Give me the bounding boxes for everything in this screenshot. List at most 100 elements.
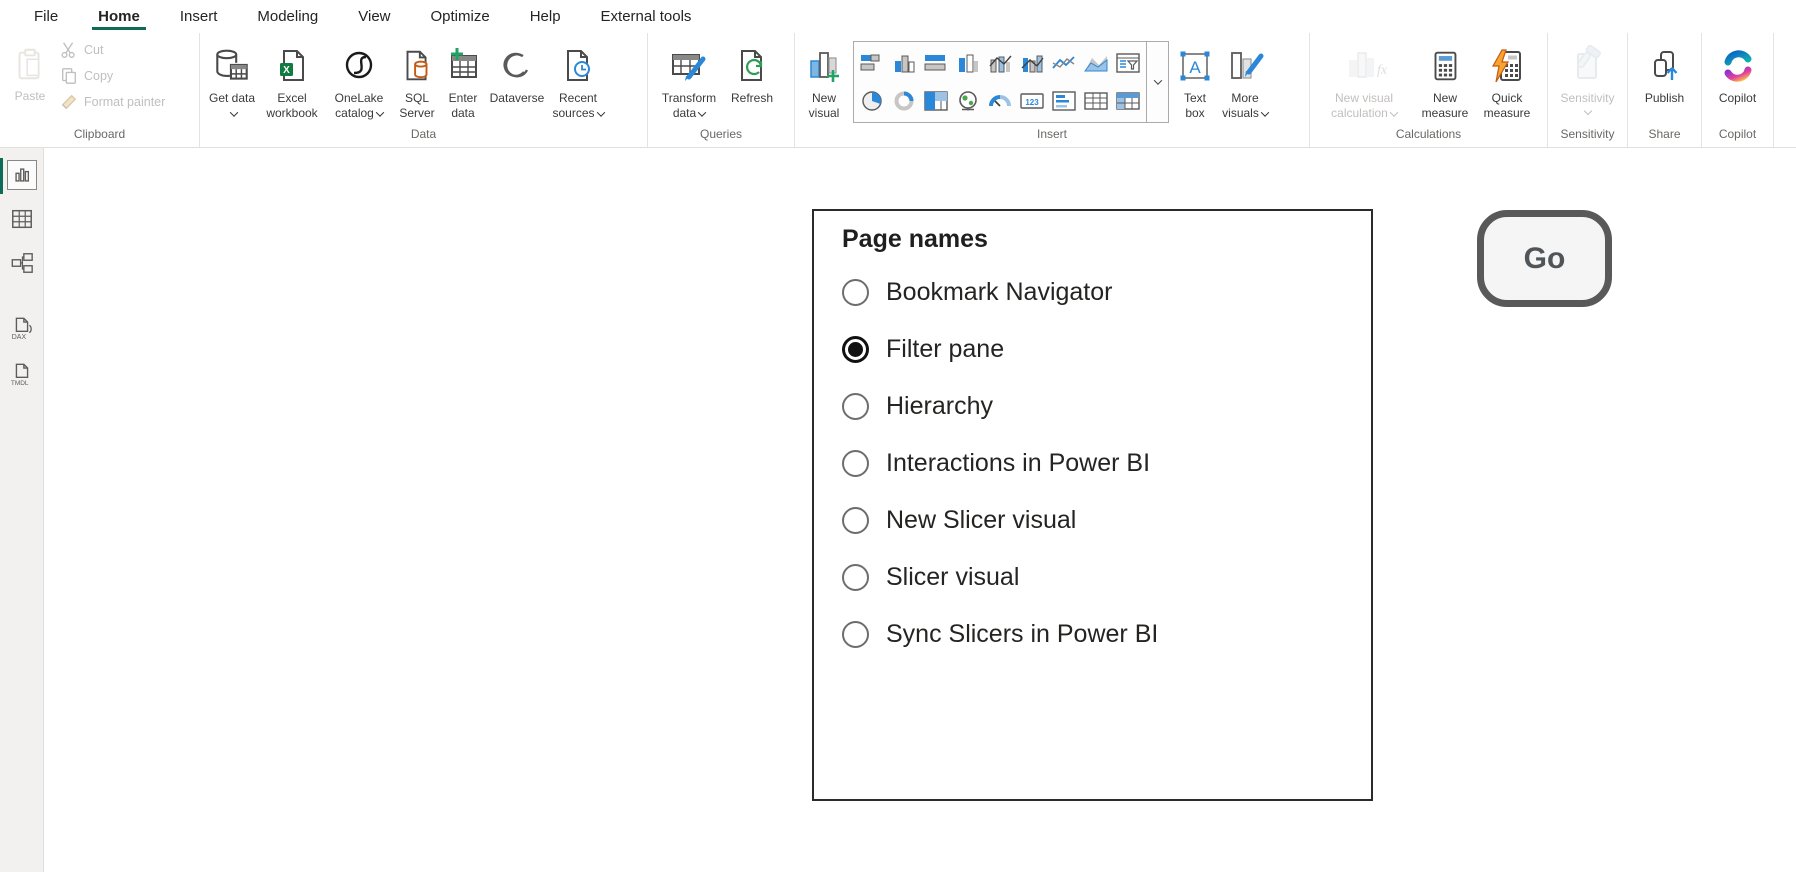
quick-measure-button[interactable]: Quick measure (1476, 39, 1538, 123)
copilot-icon (1718, 41, 1758, 91)
dataverse-icon (497, 41, 537, 91)
model-view-icon (10, 251, 34, 275)
sidebar-item-table-view[interactable] (7, 204, 37, 234)
publish-icon (1645, 41, 1685, 91)
menu-modeling[interactable]: Modeling (237, 0, 338, 33)
new-visual-calculation-icon: fx (1341, 41, 1387, 91)
gallery-multi-row-card[interactable] (1048, 82, 1080, 120)
svg-text:A: A (1189, 58, 1201, 77)
gallery-card[interactable]: 123 (1016, 82, 1048, 120)
radio-button[interactable] (842, 279, 869, 306)
gallery-map[interactable] (952, 82, 984, 120)
report-canvas: Page names Bookmark Navigator Filter pan… (44, 148, 1796, 872)
gallery-table[interactable] (1080, 82, 1112, 120)
page-names-slicer: Page names Bookmark Navigator Filter pan… (812, 209, 1373, 801)
new-measure-button[interactable]: New measure (1414, 39, 1476, 123)
tmdl-view-icon: TMDL (9, 362, 35, 388)
paste-icon (11, 39, 49, 89)
menu-external-tools[interactable]: External tools (581, 0, 712, 33)
sql-server-button[interactable]: SQL Server (394, 39, 440, 123)
group-label-queries: Queries (648, 126, 794, 147)
publish-button[interactable]: Publish (1635, 39, 1695, 108)
excel-workbook-button[interactable]: X Excel workbook (260, 39, 324, 123)
svg-text:DAX: DAX (12, 334, 27, 341)
slicer-option-slicer-visual[interactable]: Slicer visual (842, 549, 1371, 606)
ribbon-group-copilot: Copilot Copilot (1702, 33, 1774, 147)
cut-button[interactable]: Cut (60, 37, 165, 63)
slicer-option-new-slicer-visual[interactable]: New Slicer visual (842, 492, 1371, 549)
view-switcher-sidebar: DAX TMDL (0, 148, 44, 872)
sensitivity-button[interactable]: Sensitivity (1553, 39, 1623, 116)
slicer-option-interactions-in-power-bi[interactable]: Interactions in Power BI (842, 435, 1371, 492)
onelake-catalog-button[interactable]: OneLake catalog (324, 39, 394, 123)
gallery-line-chart[interactable] (1048, 44, 1080, 82)
radio-button[interactable] (842, 621, 869, 648)
sidebar-item-tmdl-view[interactable]: TMDL (7, 360, 37, 390)
menu-help[interactable]: Help (510, 0, 581, 33)
group-label-clipboard: Clipboard (0, 126, 199, 147)
slicer-option-bookmark-navigator[interactable]: Bookmark Navigator (842, 264, 1371, 321)
go-button[interactable]: Go (1477, 210, 1612, 307)
gallery-stacked-column-chart[interactable] (888, 44, 920, 82)
gallery-more-button[interactable] (1146, 42, 1168, 122)
gallery-gauge[interactable] (984, 82, 1016, 120)
menu-file[interactable]: File (14, 0, 78, 33)
sidebar-item-model-view[interactable] (7, 248, 37, 278)
menu-home[interactable]: Home (78, 0, 160, 33)
gallery-pie-chart[interactable] (856, 82, 888, 120)
group-label-insert: Insert (795, 126, 1309, 147)
radio-button-selected[interactable] (842, 336, 869, 363)
enter-data-icon (443, 41, 483, 91)
sidebar-item-dax-query-view[interactable]: DAX (7, 314, 37, 344)
ribbon-group-insert: New visual (795, 33, 1310, 147)
radio-button[interactable] (842, 507, 869, 534)
copy-button[interactable]: Copy (60, 63, 165, 89)
format-painter-button[interactable]: Format painter (60, 89, 165, 115)
radio-button[interactable] (842, 564, 869, 591)
dax-query-view-icon: DAX (9, 316, 35, 342)
copilot-button[interactable]: Copilot (1708, 39, 1768, 108)
slicer-option-hierarchy[interactable]: Hierarchy (842, 378, 1371, 435)
recent-sources-button[interactable]: Recent sources (548, 39, 608, 123)
sidebar-item-report-view[interactable] (7, 160, 37, 190)
gallery-treemap[interactable] (920, 82, 952, 120)
transform-data-icon (667, 41, 711, 91)
gallery-line-and-clustered-column-chart[interactable] (984, 44, 1016, 82)
more-visuals-button[interactable]: More visuals (1217, 39, 1273, 123)
new-visual-icon (804, 41, 844, 91)
gallery-matrix[interactable] (1112, 82, 1144, 120)
chevron-down-icon (1153, 76, 1161, 84)
ribbon-group-sensitivity: Sensitivity Sensitivity (1548, 33, 1628, 147)
dataverse-button[interactable]: Dataverse (486, 39, 548, 108)
group-label-data: Data (200, 126, 647, 147)
sensitivity-icon (1568, 41, 1608, 91)
gallery-line-and-stacked-column-chart[interactable] (1016, 44, 1048, 82)
menu-optimize[interactable]: Optimize (411, 0, 510, 33)
menu-bar: File Home Insert Modeling View Optimize … (0, 0, 1796, 33)
transform-data-button[interactable]: Transform data (652, 39, 726, 123)
get-data-button[interactable]: Get data (204, 39, 260, 123)
radio-button[interactable] (842, 450, 869, 477)
refresh-button[interactable]: Refresh (726, 39, 778, 108)
slicer-option-filter-pane[interactable]: Filter pane (842, 321, 1371, 378)
chevron-down-icon (596, 108, 604, 116)
chevron-down-icon (1583, 107, 1591, 115)
gallery-area-chart[interactable] (1080, 44, 1112, 82)
gallery-clustered-column-chart[interactable] (952, 44, 984, 82)
svg-text:123: 123 (1025, 98, 1039, 107)
gallery-donut-chart[interactable] (888, 82, 920, 120)
radio-button[interactable] (842, 393, 869, 420)
new-visual-calculation-button[interactable]: fx New visual calculation (1314, 39, 1414, 123)
menu-insert[interactable]: Insert (160, 0, 238, 33)
gallery-stacked-bar-chart[interactable] (856, 44, 888, 82)
enter-data-button[interactable]: Enter data (440, 39, 486, 123)
gallery-hundred-percent-stacked-bar-chart[interactable] (920, 44, 952, 82)
menu-view[interactable]: View (338, 0, 410, 33)
paste-button[interactable]: Paste (4, 37, 56, 106)
slicer-option-sync-slicers-in-power-bi[interactable]: Sync Slicers in Power BI (842, 606, 1371, 663)
new-visual-button[interactable]: New visual (799, 39, 849, 123)
svg-text:X: X (283, 65, 290, 76)
chevron-down-icon (1261, 108, 1269, 116)
text-box-button[interactable]: A Text box (1173, 39, 1217, 123)
gallery-paginated-report[interactable] (1112, 44, 1144, 82)
